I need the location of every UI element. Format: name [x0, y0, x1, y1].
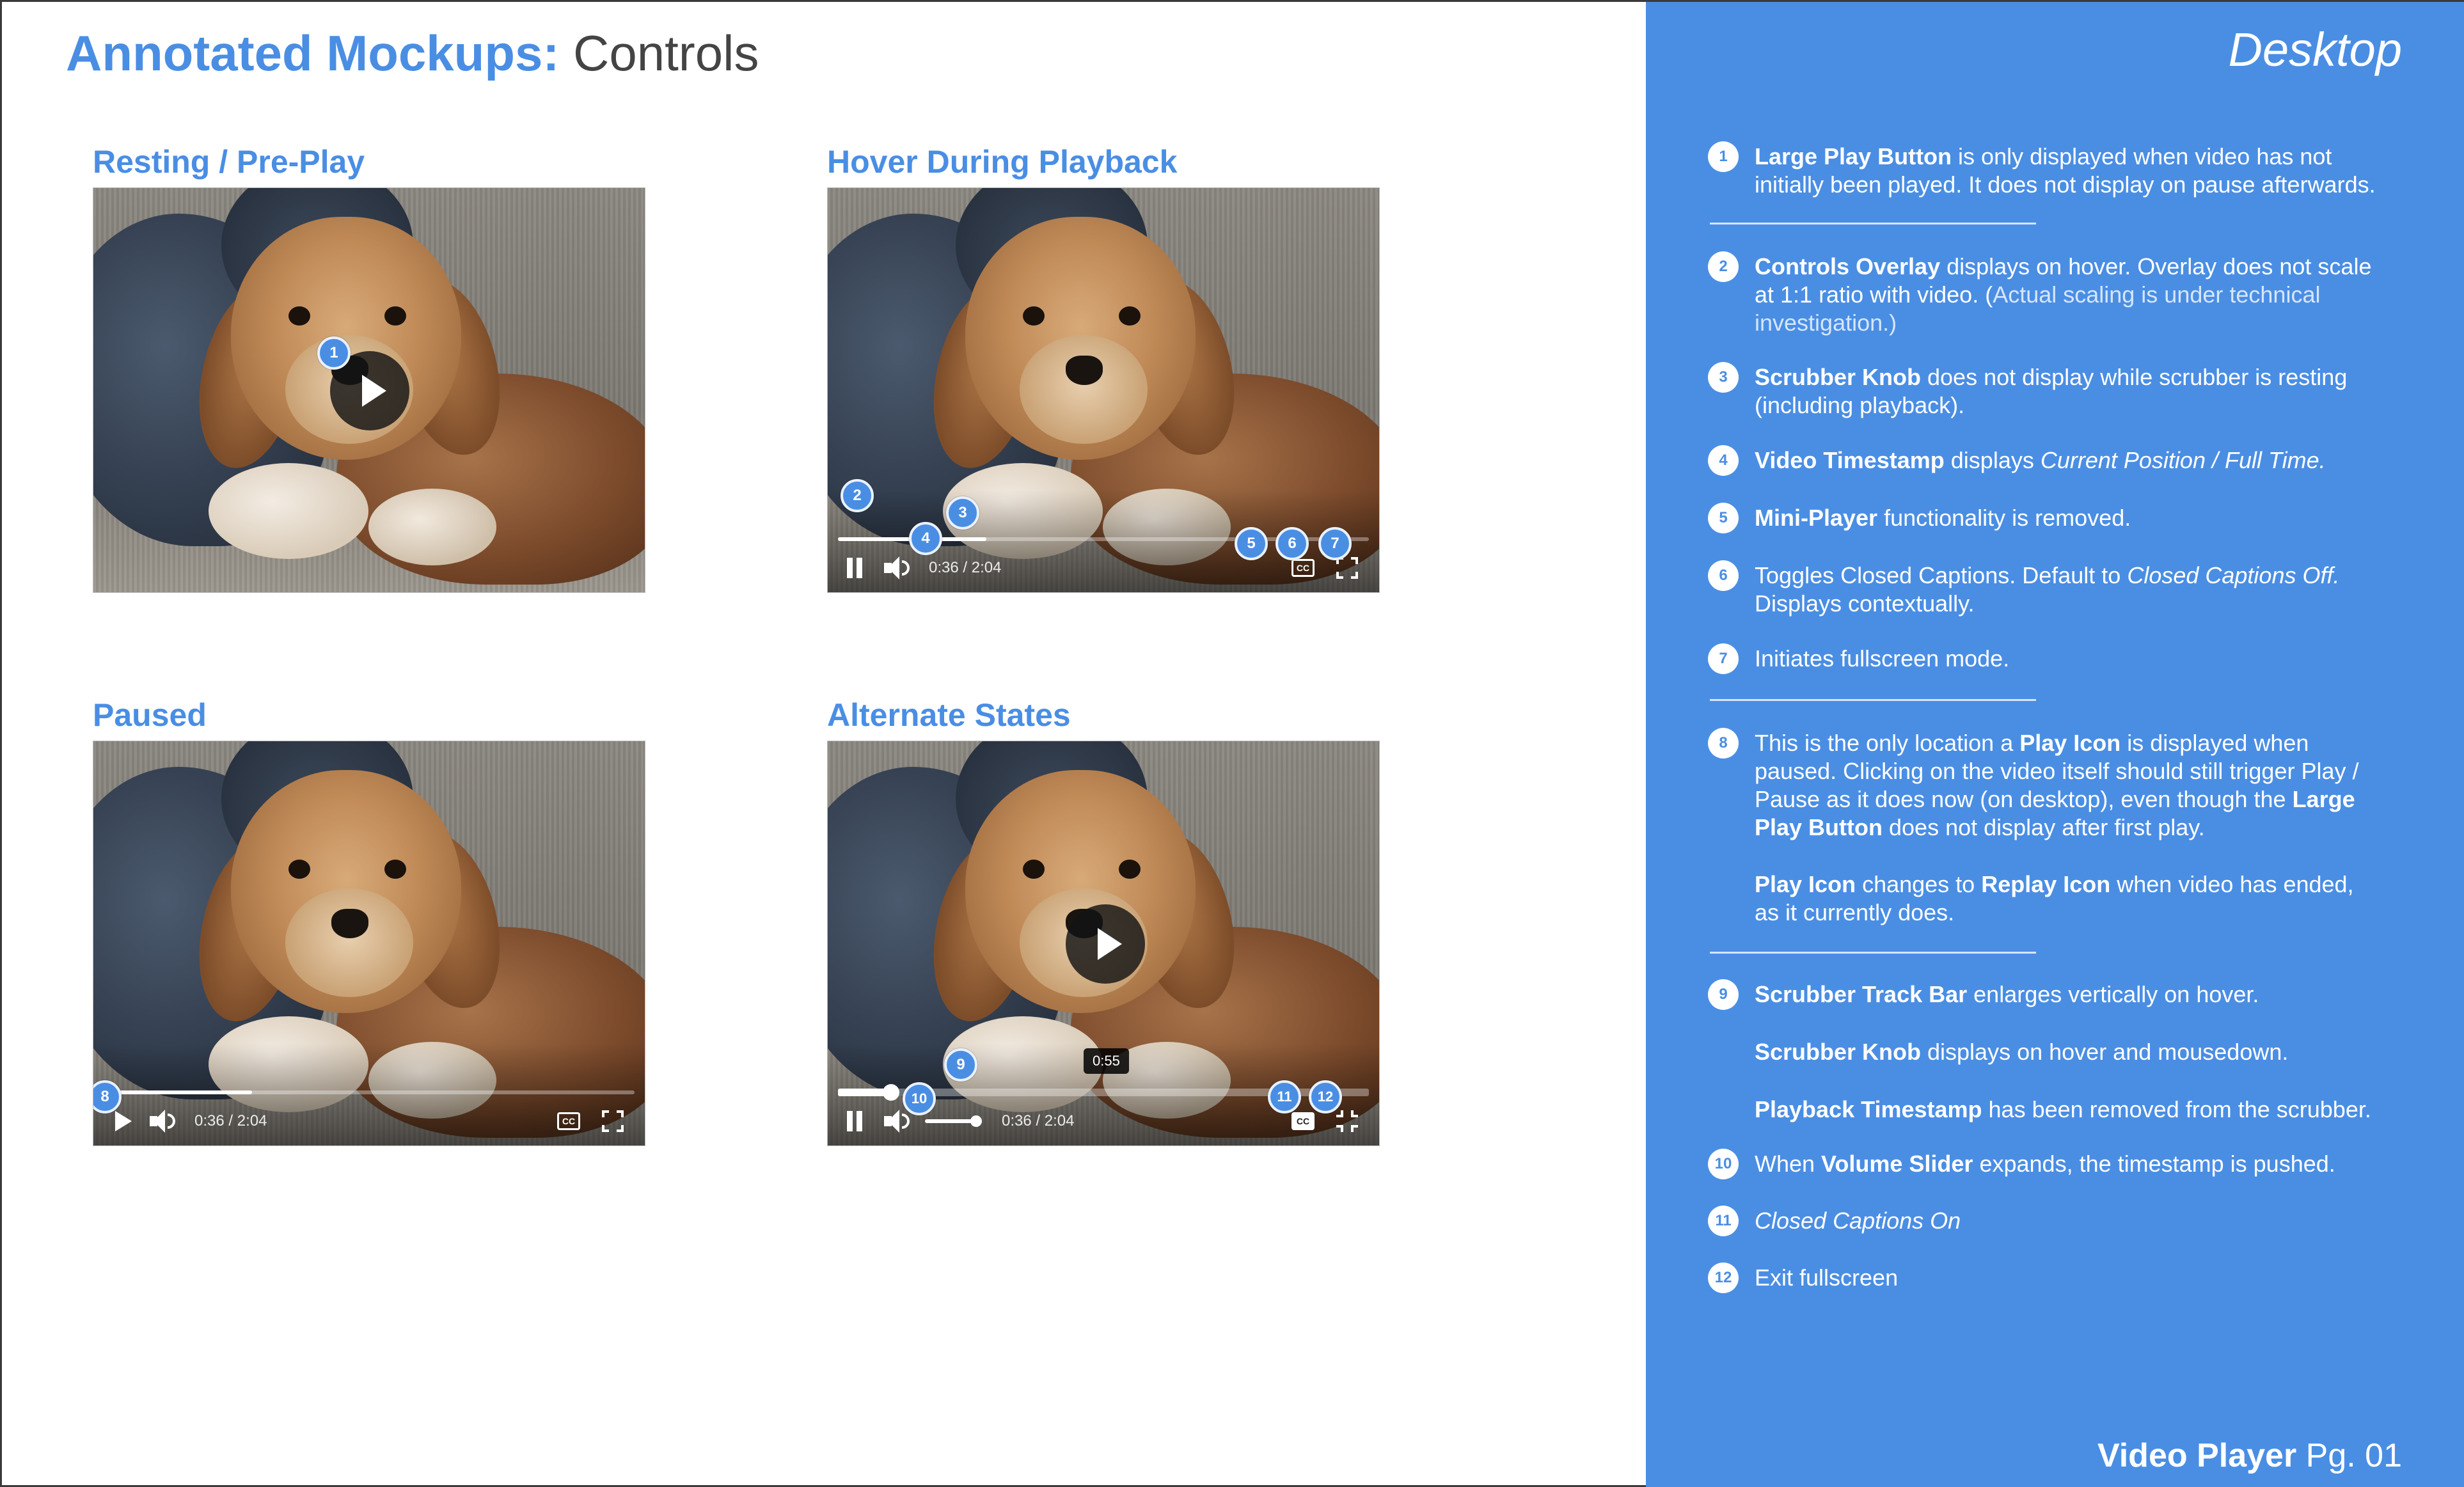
- volume-icon[interactable]: [150, 1108, 175, 1134]
- page-title: Annotated Mockups: Controls: [66, 21, 759, 85]
- annotation-marker: 6: [1275, 527, 1309, 560]
- divider: [1710, 223, 2036, 224]
- play-icon[interactable]: [113, 1108, 132, 1134]
- label-alternate: Alternate States: [827, 697, 1071, 733]
- volume-knob[interactable]: [970, 1115, 982, 1127]
- note-9: 9 Scrubber Track Bar enlarges vertically …: [1708, 979, 2381, 1010]
- fullscreen-icon[interactable]: [1336, 557, 1358, 579]
- fullscreen-icon[interactable]: [602, 1110, 624, 1132]
- note-2: 2 Controls Overlay displays on hover. Ove…: [1708, 251, 2381, 337]
- annotation-marker: 3: [946, 496, 979, 530]
- note-10: 10 When Volume Slider expands, the timest…: [1708, 1149, 2381, 1179]
- volume-icon[interactable]: [884, 1108, 910, 1134]
- label-paused: Paused: [93, 697, 207, 733]
- large-play-button[interactable]: [1066, 904, 1145, 984]
- annotation-marker: 2: [841, 479, 874, 512]
- divider: [1710, 699, 2036, 701]
- closed-captions-icon[interactable]: CC: [557, 1112, 580, 1130]
- annotation-marker: 9: [944, 1048, 977, 1082]
- video-player-alternate[interactable]: 0:55 0:36 / 2:04 CC 9 10 11 12: [827, 741, 1380, 1146]
- annotation-marker: 11: [1268, 1080, 1301, 1113]
- exit-fullscreen-icon[interactable]: [1336, 1110, 1358, 1132]
- note-6: 6 Toggles Closed Captions. Default to Clo…: [1708, 560, 2381, 618]
- volume-icon[interactable]: [884, 555, 910, 581]
- closed-captions-icon[interactable]: CC: [1291, 559, 1315, 577]
- note-11: 11 Closed Captions On: [1708, 1206, 2381, 1236]
- note-8b: Play Icon changes to Replay Icon when vi…: [1755, 871, 2354, 925]
- note-1: 1 Large Play Button is only displayed whe…: [1708, 141, 2381, 199]
- footer-title: Video Player: [2097, 1437, 2297, 1474]
- title-light: Controls: [573, 25, 759, 81]
- closed-captions-on-icon[interactable]: CC: [1291, 1112, 1315, 1130]
- note-3: 3 Scrubber Knob does not display while sc…: [1708, 362, 2381, 420]
- divider: [1710, 952, 2036, 954]
- note-5: 5 Mini-Player functionality is removed.: [1708, 503, 2381, 533]
- note-12: 12 Exit fullscreen: [1708, 1263, 2381, 1293]
- pause-icon[interactable]: [846, 555, 864, 581]
- annotation-marker: 12: [1309, 1080, 1342, 1113]
- note-9c: Playback Timestamp has been removed from…: [1755, 1096, 2371, 1122]
- label-hover: Hover During Playback: [827, 144, 1178, 180]
- video-timestamp: 0:36 / 2:04: [194, 1112, 267, 1129]
- note-7: 7 Initiates fullscreen mode.: [1708, 643, 2381, 674]
- annotation-marker: 1: [317, 336, 351, 370]
- volume-slider[interactable]: [925, 1115, 982, 1127]
- video-player-paused[interactable]: 0:36 / 2:04 CC 8: [93, 741, 645, 1146]
- note-8: 8 This is the only location a Play Icon i…: [1708, 728, 2381, 842]
- annotation-marker: 4: [909, 522, 942, 555]
- controls-overlay: [93, 1043, 645, 1145]
- notes-sidebar: Desktop 1 Large Play Button is only displ…: [1646, 2, 2464, 1487]
- annotation-marker: 10: [903, 1082, 936, 1115]
- title-bold: Annotated Mockups:: [66, 25, 560, 81]
- note-9b: Scrubber Knob displays on hover and mous…: [1755, 1039, 2289, 1065]
- scrubber-knob[interactable]: [883, 1084, 899, 1101]
- page-footer: Video Player Pg. 01: [2097, 1436, 2402, 1475]
- sidebar-title: Desktop: [2228, 23, 2402, 76]
- footer-page: Pg. 01: [2296, 1437, 2402, 1474]
- pause-icon[interactable]: [846, 1108, 864, 1134]
- scrubber-track[interactable]: [104, 1090, 635, 1094]
- video-player-resting[interactable]: 1: [93, 187, 645, 593]
- scrubber-tooltip: 0:55: [1084, 1048, 1129, 1074]
- annotation-marker: 5: [1235, 527, 1268, 560]
- page: Annotated Mockups: Controls Resting / Pr…: [0, 0, 2464, 1487]
- video-timestamp: 0:36 / 2:04: [1002, 1112, 1075, 1129]
- video-player-hover[interactable]: 0:36 / 2:04 CC 2 3 4 5 6 7: [827, 187, 1380, 593]
- note-4: 4 Video Timestamp displays Current Positi…: [1708, 445, 2381, 476]
- video-timestamp: 0:36 / 2:04: [929, 559, 1002, 576]
- annotation-marker: 7: [1318, 527, 1352, 560]
- label-resting: Resting / Pre-Play: [93, 144, 365, 180]
